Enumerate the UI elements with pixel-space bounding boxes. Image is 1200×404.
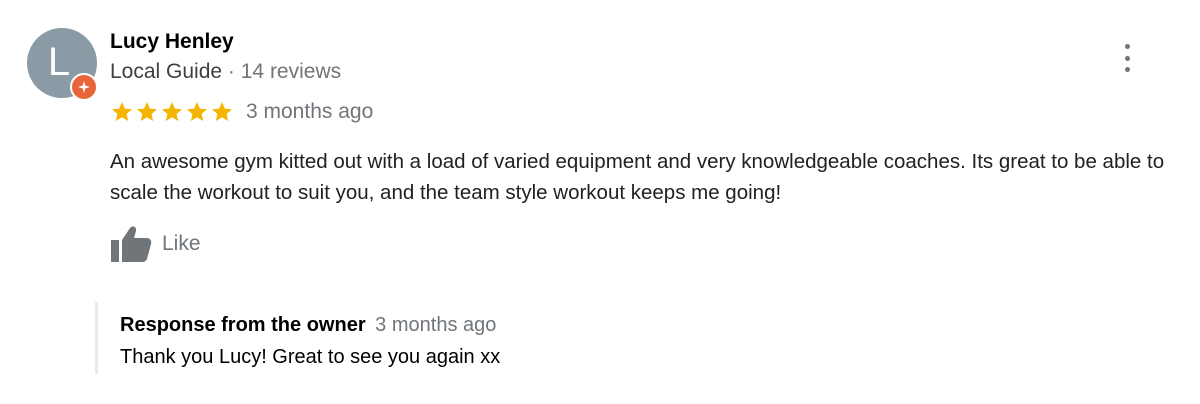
more-dot — [1124, 44, 1130, 49]
star-icon — [212, 102, 232, 121]
local-guide-badge-icon — [70, 73, 98, 101]
star-icon — [187, 102, 207, 121]
review-text: An awesome gym kitted out with a load of… — [110, 150, 1165, 204]
reviewer-meta: Local Guide · 14 reviews — [110, 60, 341, 84]
like-button[interactable]: Like — [110, 225, 201, 263]
star-icon — [137, 102, 157, 121]
like-label: Like — [162, 232, 201, 255]
star-rating — [110, 100, 234, 124]
owner-response-time: 3 months ago — [375, 314, 497, 336]
more-vert-icon[interactable] — [1117, 44, 1137, 72]
owner-response: Response from the owner 3 months ago Tha… — [95, 302, 798, 374]
thumbs-up-icon — [111, 226, 152, 262]
owner-response-text: Thank you Lucy! Great to see you again x… — [120, 346, 501, 368]
more-dot — [1124, 55, 1130, 61]
owner-response-title: Response from the owner — [120, 314, 366, 336]
rating-row: 3 months ago — [110, 100, 373, 124]
owner-response-header: Response from the owner 3 months ago — [120, 314, 496, 337]
review-time: 3 months ago — [246, 100, 374, 123]
star-icon — [112, 102, 132, 121]
more-dot — [1124, 67, 1130, 72]
local-guide-label: Local Guide — [110, 60, 223, 83]
meta-separator: · — [222, 60, 241, 83]
avatar-initial: L — [47, 39, 71, 84]
review-count[interactable]: 14 reviews — [241, 60, 341, 83]
reviewer-name[interactable]: Lucy Henley — [110, 30, 234, 54]
star-icon — [162, 102, 182, 121]
review-card: L Lucy Henley Local Guide · 14 reviews 3… — [0, 0, 1200, 404]
